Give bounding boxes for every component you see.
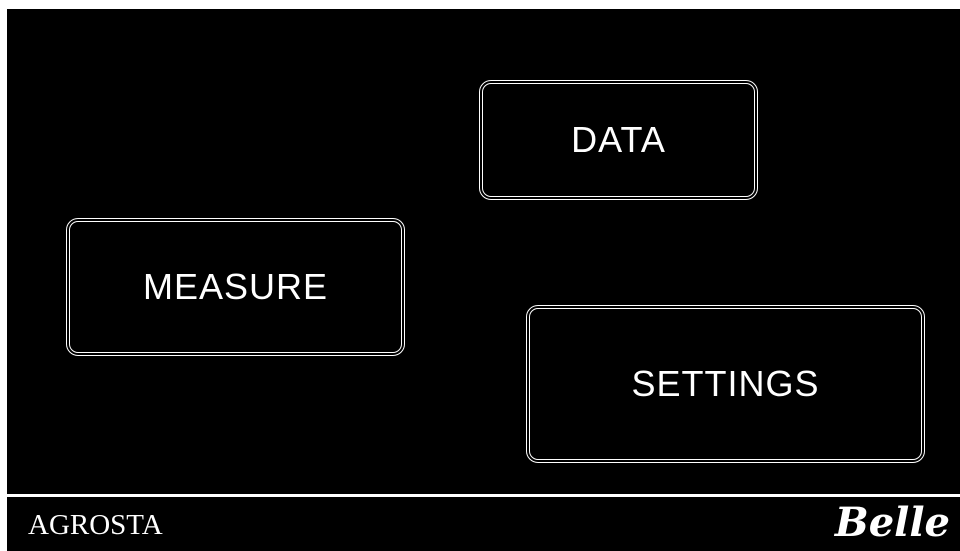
brand-agrosta-logo: AGROSTA: [28, 509, 163, 541]
settings-button-label: SETTINGS: [631, 363, 820, 404]
footer-divider: [7, 494, 960, 497]
data-button[interactable]: DATA: [479, 80, 758, 200]
brand-belle-logo: Belle: [834, 499, 950, 546]
measure-button[interactable]: MEASURE: [66, 218, 405, 356]
measure-button-label: MEASURE: [142, 266, 329, 307]
device-screen: DATA MEASURE SETTINGS AGROSTA Belle: [7, 9, 960, 551]
settings-button[interactable]: SETTINGS: [526, 305, 925, 463]
data-button-label: DATA: [571, 119, 666, 160]
